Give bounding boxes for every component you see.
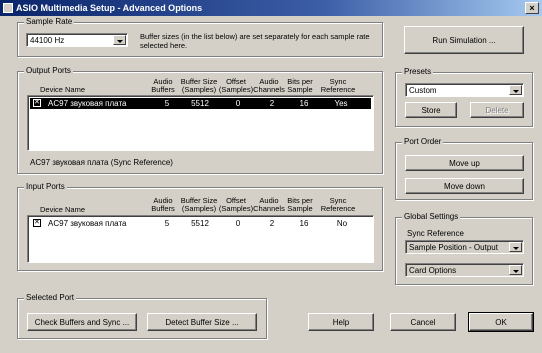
sample-rate-group-label: Sample Rate — [24, 17, 75, 26]
output-port-channels: 2 — [269, 99, 275, 108]
output-port-buffers: 5 — [164, 99, 170, 108]
presets-group: Presets — [395, 67, 533, 127]
sync-reference-label: Sync Reference — [407, 229, 464, 238]
output-col-offset: Offset (Samples) — [218, 77, 254, 94]
output-col-size: Buffer Size (Samples) — [180, 77, 218, 94]
input-col-size: Buffer Size (Samples) — [180, 196, 218, 213]
output-port-device: AC97 звуковая плата — [48, 99, 127, 108]
input-ports-group-label: Input Ports — [24, 182, 67, 191]
input-col-sync: Sync Reference — [320, 196, 356, 213]
input-port-offset: 0 — [235, 219, 241, 228]
presets-group-label: Presets — [402, 67, 434, 76]
input-col-channels: Audio Channels — [253, 196, 285, 213]
input-port-buffers: 5 — [164, 219, 170, 228]
sample-rate-value: 44100 Hz — [30, 36, 65, 45]
detect-buffer-size-button[interactable]: Detect Buffer Size ... — [147, 313, 257, 331]
input-port-row[interactable]: AC97 звуковая плата 5 5512 0 2 16 No — [30, 218, 371, 229]
delete-button[interactable]: Delete — [470, 102, 524, 118]
check-buffers-button[interactable]: Check Buffers and Sync ... — [27, 313, 137, 331]
input-ports-list[interactable]: AC97 звуковая плата 5 5512 0 2 16 No — [27, 215, 374, 263]
input-col-buffers: Audio Buffers — [151, 196, 175, 213]
input-port-channels: 2 — [269, 219, 275, 228]
input-port-sync: No — [336, 219, 348, 228]
help-button[interactable]: Help — [308, 313, 374, 331]
chevron-down-icon[interactable] — [509, 85, 522, 95]
sync-reference-select[interactable]: Sample Position - Output — [405, 240, 524, 254]
input-port-device: AC97 звуковая плата — [48, 219, 127, 228]
port-order-group-label: Port Order — [402, 137, 444, 146]
sync-reference-value: Sample Position - Output — [409, 243, 498, 252]
output-port-row[interactable]: AC97 звуковая плата 5 5512 0 2 16 Yes — [30, 98, 371, 109]
ok-button[interactable]: OK — [468, 312, 534, 332]
output-port-size: 5512 — [191, 99, 209, 108]
app-icon — [3, 3, 13, 13]
input-col-device: Device Name — [40, 205, 86, 214]
cancel-button[interactable]: Cancel — [390, 313, 456, 331]
move-down-button[interactable]: Move down — [405, 178, 524, 194]
presets-select[interactable]: Custom — [405, 83, 524, 97]
output-port-checkbox[interactable] — [33, 98, 41, 107]
title-bar[interactable]: ASIO Multimedia Setup - Advanced Options… — [0, 0, 542, 16]
chevron-down-icon[interactable] — [509, 242, 522, 252]
output-col-device: Device Name — [40, 85, 86, 94]
input-port-size: 5512 — [191, 219, 209, 228]
presets-value: Custom — [409, 86, 437, 95]
input-col-bits: Bits per Sample — [287, 196, 313, 213]
run-simulation-button[interactable]: Run Simulation ... — [404, 26, 524, 54]
input-port-bits: 16 — [299, 219, 309, 228]
chevron-down-icon[interactable] — [509, 265, 522, 275]
output-ports-group-label: Output Ports — [24, 66, 73, 75]
output-col-buffers: Audio Buffers — [151, 77, 175, 94]
input-port-checkbox[interactable] — [33, 218, 41, 227]
close-button[interactable]: × — [525, 2, 539, 14]
sample-rate-select[interactable]: 44100 Hz — [26, 33, 128, 47]
sample-rate-note: Buffer sizes (in the list below) are set… — [140, 32, 370, 50]
chevron-down-icon[interactable] — [113, 35, 126, 45]
output-ports-list[interactable]: AC97 звуковая плата 5 5512 0 2 16 Yes — [27, 95, 374, 151]
card-options-select[interactable]: Card Options — [405, 263, 524, 277]
card-options-value: Card Options — [409, 266, 457, 275]
output-col-bits: Bits per Sample — [287, 77, 313, 94]
output-col-channels: Audio Channels — [253, 77, 285, 94]
output-port-bits: 16 — [299, 99, 309, 108]
output-port-offset: 0 — [235, 99, 241, 108]
selected-port-group-label: Selected Port — [24, 293, 77, 302]
global-settings-group-label: Global Settings — [402, 212, 461, 221]
window-title: ASIO Multimedia Setup - Advanced Options — [16, 3, 203, 13]
output-port-sync: Yes — [334, 99, 348, 108]
move-up-button[interactable]: Move up — [405, 155, 524, 171]
store-button[interactable]: Store — [405, 102, 457, 118]
input-col-offset: Offset (Samples) — [218, 196, 254, 213]
output-sync-reference-text: AC97 звуковая плата (Sync Reference) — [30, 158, 173, 167]
output-col-sync: Sync Reference — [320, 77, 356, 94]
